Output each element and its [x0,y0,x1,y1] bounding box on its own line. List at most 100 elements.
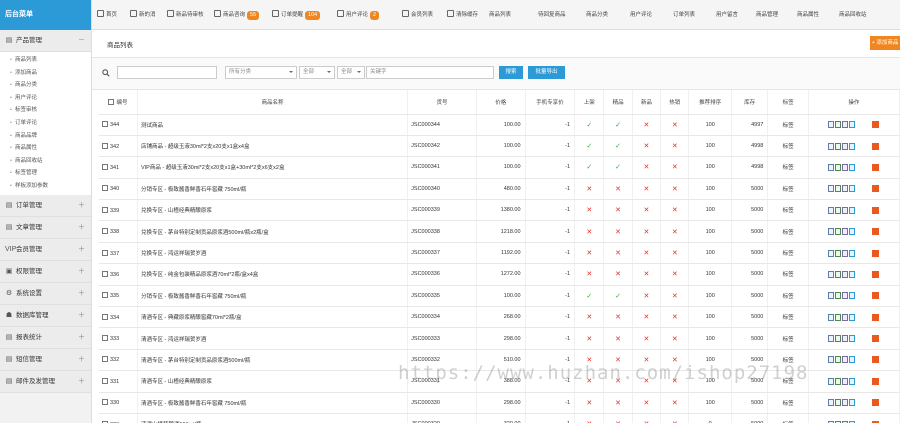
cross-icon[interactable]: ✕ [586,271,592,278]
trash-icon[interactable] [849,163,856,171]
row-checkbox[interactable] [102,206,108,213]
copy-icon[interactable] [842,270,849,278]
view-icon[interactable] [828,335,835,343]
copy-icon[interactable] [842,206,849,214]
toolbar-link[interactable]: 待回复商品 [538,0,566,30]
price-cell[interactable]: 100.00 [476,135,526,158]
column-header[interactable]: 编号 [99,90,138,115]
trash-icon[interactable] [849,356,856,364]
stock-cell[interactable]: 5000 [731,220,769,243]
row-checkbox[interactable] [102,185,108,192]
tag-cell[interactable]: 标签 [767,413,809,423]
expand-toggle-icon[interactable]: ＋ [78,217,85,239]
select-all-checkbox[interactable] [108,98,115,105]
delete-icon[interactable] [872,270,880,278]
sort-cell[interactable]: 0 [688,413,732,423]
sidebar-item[interactable]: 订单评论 [0,117,91,130]
type-select[interactable]: 全部 [337,66,365,79]
expand-toggle-icon[interactable]: ＋ [78,327,85,349]
check-icon[interactable]: ✓ [615,122,621,129]
row-checkbox[interactable] [102,399,108,406]
row-checkbox[interactable] [102,121,108,128]
cross-icon[interactable]: ✕ [644,164,650,171]
mobile-price-cell[interactable]: -1 [525,327,576,350]
expand-toggle-icon[interactable]: ＋ [78,239,85,261]
price-cell[interactable]: 480.00 [476,178,526,201]
copy-icon[interactable] [842,163,849,171]
cross-icon[interactable]: ✕ [644,229,650,236]
delete-icon[interactable] [872,292,880,300]
sidebar-item[interactable]: 商品回收站 [0,155,91,168]
cross-icon[interactable]: ✕ [644,357,650,364]
check-icon[interactable]: ✓ [615,164,621,171]
row-checkbox[interactable] [102,249,108,256]
cross-icon[interactable]: ✕ [586,250,592,257]
copy-icon[interactable] [842,249,849,257]
expand-toggle-icon[interactable]: ＋ [78,195,85,217]
view-icon[interactable] [828,377,835,385]
expand-toggle-icon[interactable]: ＋ [78,283,85,305]
sort-cell[interactable]: 100 [688,370,732,393]
delete-icon[interactable] [872,399,880,407]
price-cell[interactable]: 1192.00 [476,242,526,265]
edit-icon[interactable] [835,356,842,364]
delete-icon[interactable] [872,163,880,171]
product-name-cell[interactable]: 店铺商品 - 超级玉液30ml*2支x20支x1盒x4盒 [137,135,409,158]
check-icon[interactable]: ✓ [615,293,621,300]
toolbar-link[interactable]: 商品属性 [797,0,819,30]
cross-icon[interactable]: ✕ [615,186,621,193]
tag-cell[interactable]: 标签 [767,392,809,414]
copy-icon[interactable] [842,313,849,321]
cross-icon[interactable]: ✕ [644,186,650,193]
mobile-price-cell[interactable]: -1 [525,114,576,136]
trash-icon[interactable] [849,228,856,236]
cross-icon[interactable]: ✕ [672,336,678,343]
tag-cell[interactable]: 标签 [767,306,809,329]
toolbar-link[interactable]: 用户评论 2 [337,0,380,30]
product-name-cell[interactable]: 兑换专区 - 纯金包装精品原浆酒70ml*2瓶/盒x4盒 [137,263,409,286]
cross-icon[interactable]: ✕ [615,400,621,407]
column-header-label[interactable]: 编号 [116,100,127,106]
view-icon[interactable] [828,121,835,129]
stock-cell[interactable]: 4997 [731,114,769,136]
mobile-price-cell[interactable]: -1 [525,178,576,201]
view-icon[interactable] [828,228,835,236]
mobile-price-cell[interactable]: -1 [525,156,576,179]
stock-cell[interactable]: 5000 [731,285,769,308]
row-checkbox[interactable] [102,377,108,384]
cross-icon[interactable]: ✕ [644,293,650,300]
edit-icon[interactable] [835,185,842,193]
cross-icon[interactable]: ✕ [644,336,650,343]
product-name-cell[interactable]: 清酒专区 - 极致酱香鲜香石年窖藏 750ml/瓶 [137,392,409,414]
sort-cell[interactable]: 100 [688,327,732,350]
sidebar-group[interactable]: ⚙ 系统设置 ＋ [0,282,91,305]
tag-cell[interactable]: 标签 [767,199,809,222]
delete-icon[interactable] [872,142,880,150]
sort-cell[interactable]: 100 [688,306,732,329]
stock-cell[interactable]: 5000 [731,178,769,201]
row-checkbox[interactable] [102,292,108,299]
trash-icon[interactable] [849,377,856,385]
search-button[interactable]: 搜索 [499,66,523,79]
cross-icon[interactable]: ✕ [586,400,592,407]
toolbar-link[interactable]: 用户留言 [716,0,738,30]
edit-icon[interactable] [835,399,842,407]
sort-cell[interactable]: 100 [688,156,732,179]
sidebar-group[interactable]: ▤ 产品管理 － [0,30,91,52]
product-name-cell[interactable]: 清酒专区 - 茅台特别定制贡品原浆酒500ml/瓶 [137,349,409,372]
delete-icon[interactable] [872,356,880,364]
copy-icon[interactable] [842,356,849,364]
cross-icon[interactable]: ✕ [672,271,678,278]
delete-icon[interactable] [872,377,880,385]
product-name-cell[interactable]: 兑换专区 - 茅台特别定制贡品原浆酒500ml/瓶x2瓶/盒 [137,220,409,243]
cross-icon[interactable]: ✕ [672,229,678,236]
sort-cell[interactable]: 100 [688,178,732,201]
mobile-price-cell[interactable]: -1 [525,306,576,329]
toolbar-link[interactable]: 订单提醒 104 [272,0,321,30]
cross-icon[interactable]: ✕ [644,250,650,257]
sidebar-item[interactable]: 商品品牌 [0,130,91,143]
sidebar-item[interactable]: 样板添加参数 [0,180,91,193]
price-cell[interactable]: 1272.00 [476,263,526,286]
sidebar-item[interactable]: 商品分类 [0,79,91,92]
stock-cell[interactable]: 5000 [731,349,769,372]
